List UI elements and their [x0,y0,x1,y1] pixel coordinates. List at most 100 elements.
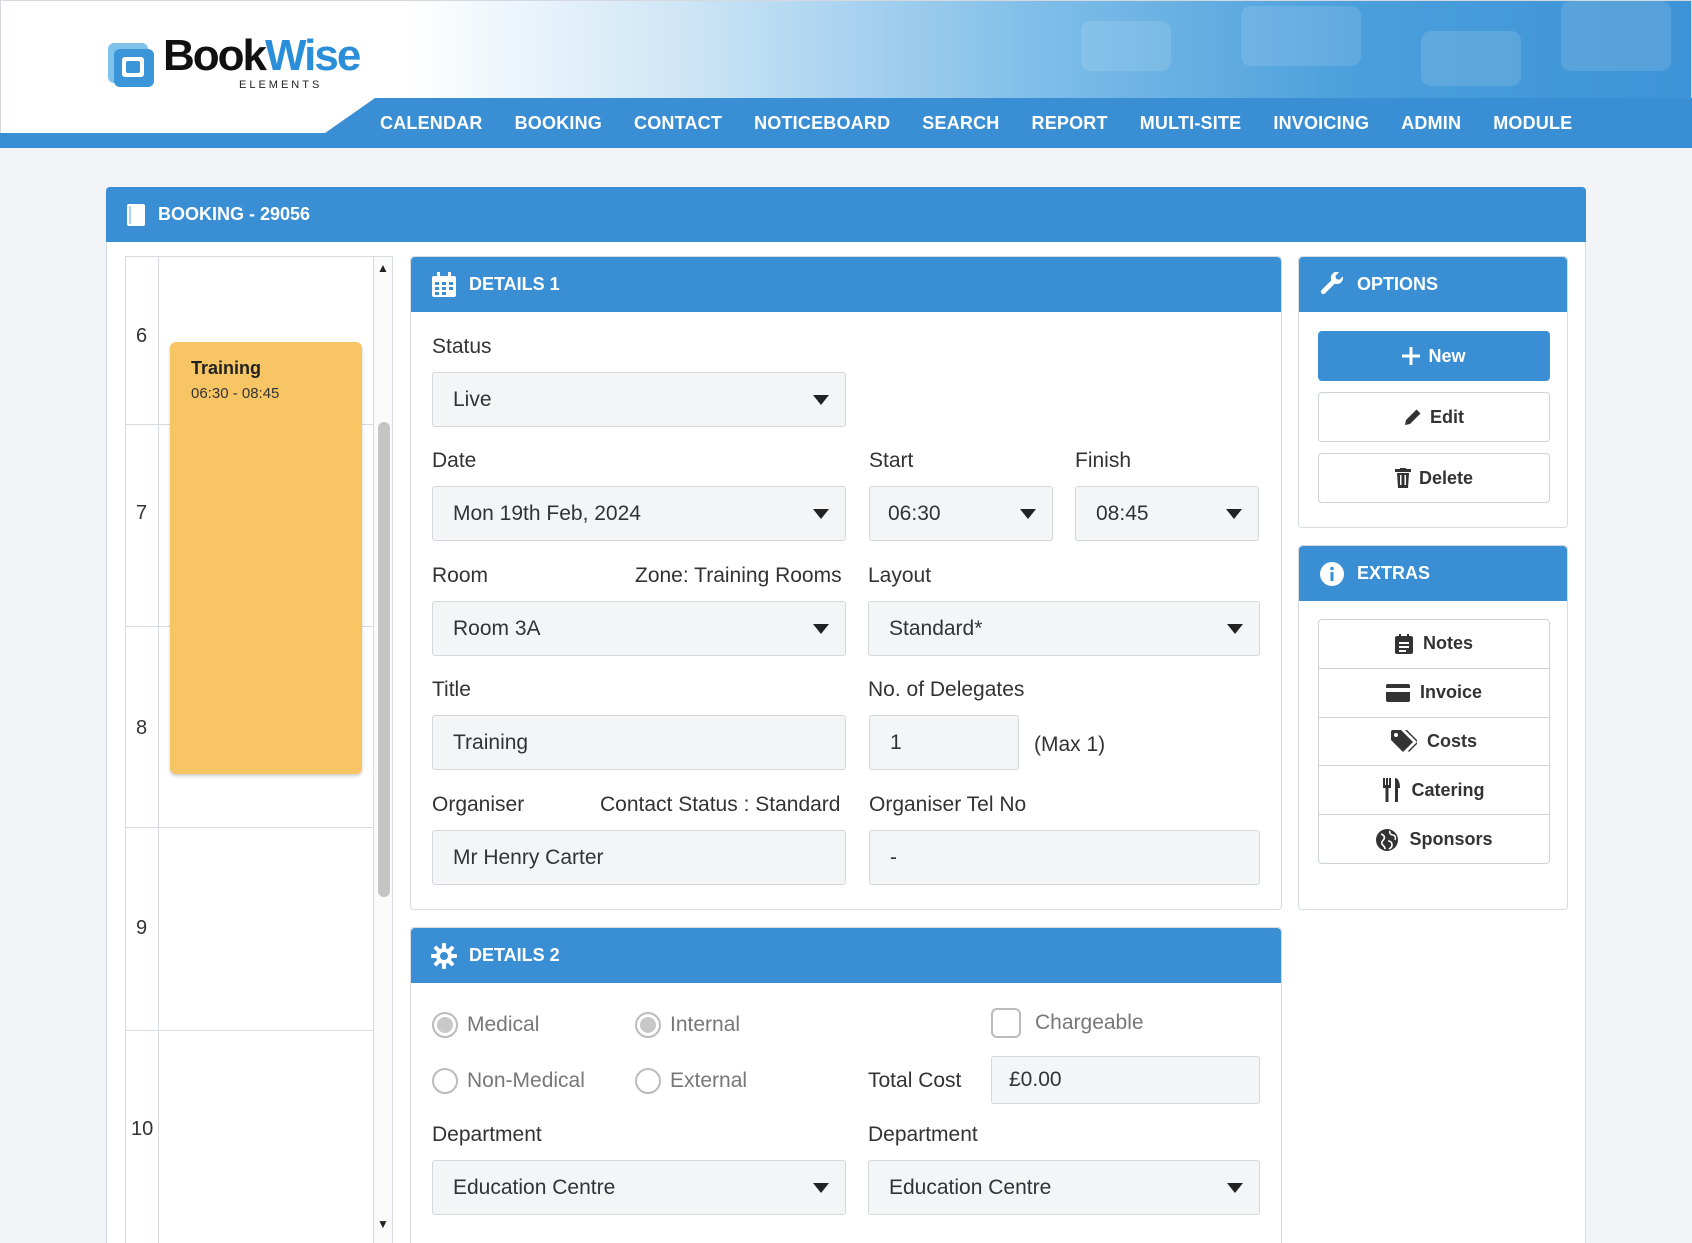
organiser-tel-field[interactable]: - [869,830,1260,885]
hour-label: 8 [136,717,148,739]
finish-time-select[interactable]: 08:45 [1075,486,1259,541]
delegates-max: (Max 1) [1034,733,1106,756]
radio-selected-icon [635,1012,661,1038]
scroll-up-icon[interactable]: ▲ [377,261,389,275]
radio-empty-icon [432,1068,458,1094]
calendar-event[interactable]: Training 06:30 - 08:45 [170,342,362,774]
extras-notes[interactable]: Notes [1319,620,1549,669]
date-label: Date [432,449,477,472]
radio-medical-label: Medical [467,1013,540,1036]
room-value: Room 3A [453,616,541,640]
extras-sponsors[interactable]: Sponsors [1319,815,1549,864]
radio-external-label: External [670,1069,748,1092]
extras-sponsors-label: Sponsors [1409,829,1493,850]
utensils-icon [1383,778,1401,803]
start-time-select[interactable]: 06:30 [869,486,1053,541]
new-button-label: New [1428,345,1466,366]
total-cost-label: Total Cost [868,1069,962,1092]
details2-panel: DETAILS 2 Medical Internal Chargeable No… [410,927,1282,1243]
organiser-field[interactable]: Mr Henry Carter [432,830,846,885]
date-value: Mon 19th Feb, 2024 [453,501,641,525]
chevron-down-icon [1020,509,1036,519]
extras-costs[interactable]: Costs [1319,718,1549,767]
title-input[interactable]: Training [432,715,846,770]
radio-empty-icon [635,1068,661,1094]
nav-booking[interactable]: BOOKING [515,113,602,134]
extras-costs-label: Costs [1426,730,1477,751]
layout-value: Standard* [889,616,983,640]
nav-noticeboard[interactable]: NOTICEBOARD [754,113,890,134]
department-select-1[interactable]: Education Centre [432,1160,846,1215]
department-select-2[interactable]: Education Centre [868,1160,1260,1215]
zone-text: Zone: Training Rooms [635,564,842,587]
nav-calendar[interactable]: CALENDAR [380,113,483,134]
logo-subtitle: ELEMENTS [239,79,323,91]
scrollbar-thumb[interactable] [378,422,390,897]
app-logo[interactable]: BookWise ELEMENTS [106,31,361,91]
delegates-input[interactable]: 1 [869,715,1019,770]
booking-header: BOOKING - 29056 [106,187,1586,242]
layout-label: Layout [868,564,932,587]
nav-admin[interactable]: ADMIN [1401,113,1461,134]
nav-invoicing[interactable]: INVOICING [1273,113,1369,134]
credit-card-icon [1385,683,1410,702]
title-label: Title [432,678,471,701]
radio-internal[interactable]: Internal [635,1012,740,1038]
chevron-down-icon [813,624,829,634]
tags-icon [1390,730,1417,753]
radio-selected-icon [432,1012,458,1038]
checkbox-icon [991,1008,1021,1038]
department-label-2: Department [868,1123,978,1146]
radio-non-medical-label: Non-Medical [467,1069,585,1092]
department-label-1: Department [432,1123,542,1146]
nav-contact[interactable]: CONTACT [634,113,722,134]
total-cost-input[interactable]: £0.00 [991,1056,1260,1104]
organiser-tel-value: - [890,845,897,869]
edit-button[interactable]: Edit [1318,392,1550,442]
radio-medical[interactable]: Medical [432,1012,539,1038]
details1-title: DETAILS 1 [469,274,560,294]
hour-line [126,1030,373,1031]
extras-invoice[interactable]: Invoice [1319,669,1549,718]
info-icon [1319,561,1345,587]
delete-button-label: Delete [1418,467,1474,488]
chargeable-checkbox[interactable]: Chargeable [991,1008,1144,1038]
title-value: Training [453,730,529,754]
radio-external[interactable]: External [635,1068,747,1094]
new-button[interactable]: New [1318,331,1550,381]
event-title: Training [191,358,262,378]
status-value: Live [453,387,492,411]
scroll-down-icon[interactable]: ▼ [377,1217,389,1231]
notes-icon [1394,633,1413,654]
date-select[interactable]: Mon 19th Feb, 2024 [432,486,846,541]
nav-report[interactable]: REPORT [1032,113,1108,134]
delete-button[interactable]: Delete [1318,453,1550,503]
booking-title: BOOKING - 29056 [158,204,311,224]
organiser-value: Mr Henry Carter [453,845,604,869]
chevron-down-icon [1227,1183,1243,1193]
room-select[interactable]: Room 3A [432,601,846,656]
details1-header: DETAILS 1 [411,257,1281,312]
total-cost-value: £0.00 [1009,1068,1062,1091]
day-calendar[interactable]: 6 7 8 9 10 Training 06:30 - 08:45 ▲ ▼ [125,256,393,1243]
nav-module[interactable]: MODULE [1493,113,1572,134]
details2-title: DETAILS 2 [469,945,560,965]
chevron-down-icon [813,395,829,405]
globe-icon [1375,828,1399,852]
options-title: OPTIONS [1357,274,1439,294]
start-label: Start [869,449,914,472]
hour-line [126,827,373,828]
book-icon [126,203,146,227]
hour-label: 6 [136,325,148,347]
trash-icon [1394,468,1411,488]
chevron-down-icon [813,1183,829,1193]
finish-value: 08:45 [1096,501,1149,525]
status-select[interactable]: Live [432,372,846,427]
nav-multi-site[interactable]: MULTI-SITE [1140,113,1242,134]
layout-select[interactable]: Standard* [868,601,1260,656]
nav-search[interactable]: SEARCH [922,113,999,134]
extras-catering[interactable]: Catering [1319,766,1549,816]
radio-non-medical[interactable]: Non-Medical [432,1068,585,1094]
status-label: Status [432,335,492,358]
radio-internal-label: Internal [670,1013,741,1036]
